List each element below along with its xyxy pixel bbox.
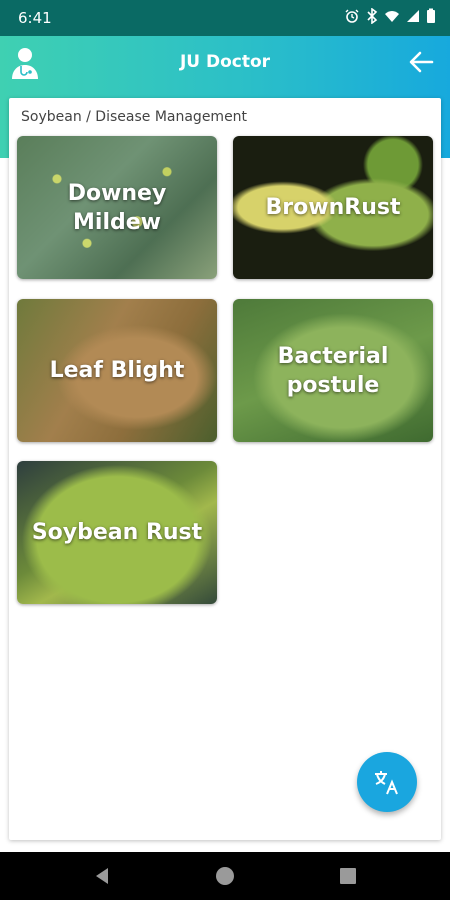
- content-card: Soybean / Disease Management Downey Mild…: [9, 98, 441, 840]
- back-arrow-icon[interactable]: [408, 49, 434, 75]
- system-nav-bar: [0, 852, 450, 900]
- disease-label: Soybean Rust: [31, 520, 203, 545]
- alarm-icon: [345, 9, 359, 23]
- app-title: JU Doctor: [179, 52, 271, 72]
- disease-label: BrownRust: [265, 195, 401, 220]
- disease-card-downey-mildew[interactable]: Downey Mildew: [17, 136, 217, 279]
- recents-icon[interactable]: [336, 864, 360, 888]
- translate-button[interactable]: [357, 752, 417, 812]
- back-icon[interactable]: [90, 864, 114, 888]
- bluetooth-icon: [367, 8, 378, 24]
- disease-card-brownrust[interactable]: BrownRust: [233, 136, 433, 279]
- disease-label: Bacterial postule: [277, 343, 389, 398]
- battery-icon: [427, 8, 435, 23]
- disease-label: Leaf Blight: [49, 358, 185, 383]
- disease-card-leaf-blight[interactable]: Leaf Blight: [17, 299, 217, 442]
- status-time: 6:41: [18, 9, 52, 27]
- disease-card-bacterial-postule[interactable]: Bacterial postule: [233, 299, 433, 442]
- breadcrumb: Soybean / Disease Management: [21, 109, 248, 125]
- signal-icon: [407, 10, 419, 22]
- disease-card-soybean-rust[interactable]: Soybean Rust: [17, 461, 217, 604]
- status-bar: 6:41: [0, 0, 450, 36]
- disease-label: Downey Mildew: [67, 180, 167, 235]
- status-icons: [344, 8, 436, 24]
- home-icon[interactable]: [213, 864, 237, 888]
- translate-icon: [375, 771, 398, 795]
- wifi-icon: [385, 11, 399, 22]
